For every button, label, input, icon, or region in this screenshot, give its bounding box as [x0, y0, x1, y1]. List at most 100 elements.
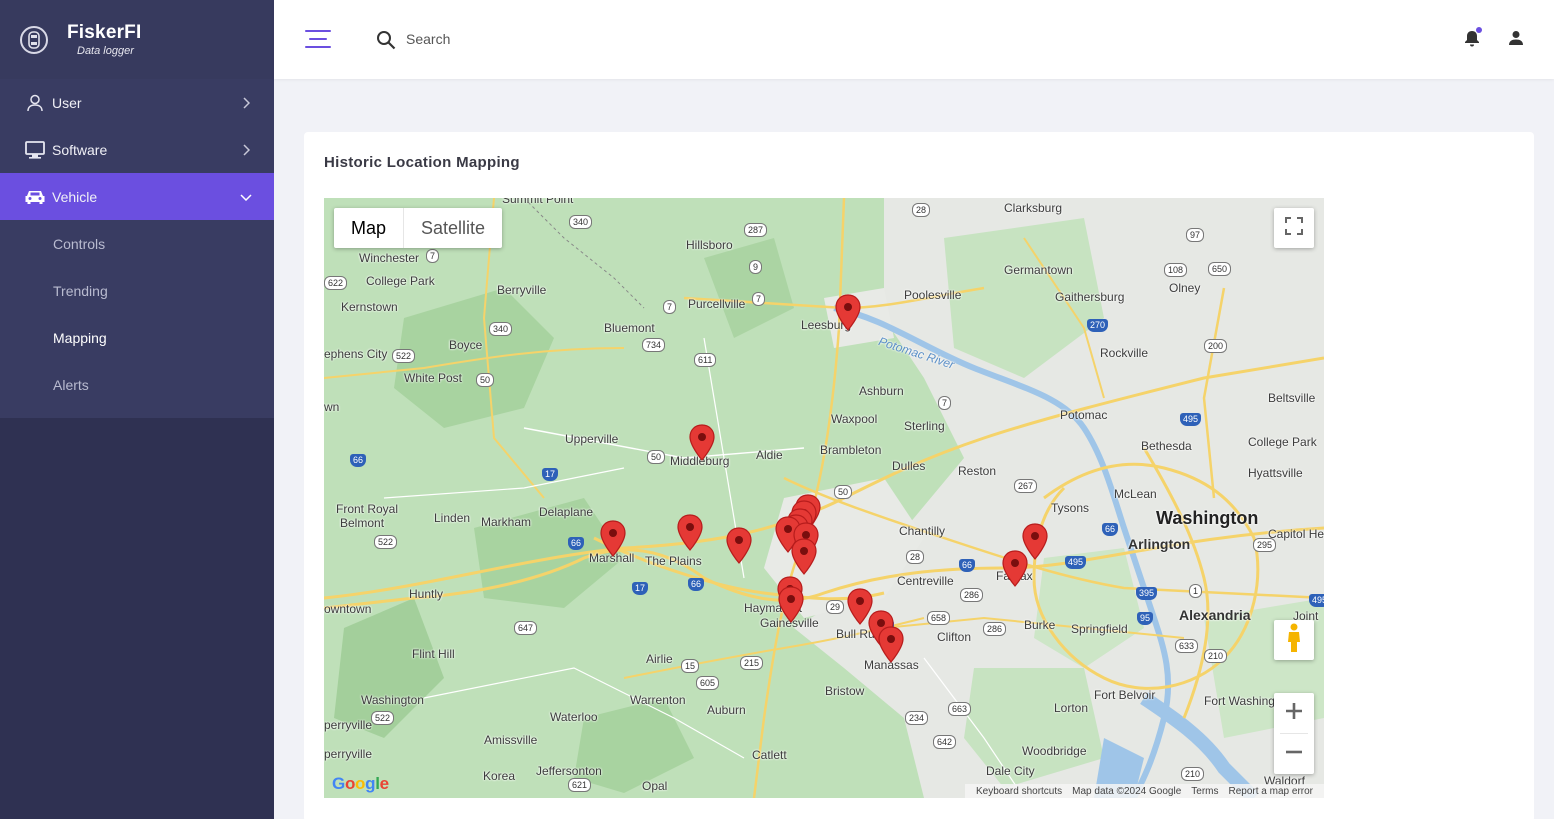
sidebar-item-mapping[interactable]: Mapping — [0, 314, 274, 361]
brand-subtitle: Data logger — [77, 45, 134, 57]
report-error-link[interactable]: Report a map error — [1224, 786, 1318, 797]
zoom-out-button[interactable] — [1274, 734, 1314, 774]
place-label: ephens City — [324, 347, 388, 361]
place-label: Centreville — [897, 574, 954, 588]
interstate-shield: 495 — [1180, 413, 1202, 426]
place-label: Boyce — [449, 338, 483, 352]
road-shield: 7 — [752, 292, 766, 306]
road-shield: 50 — [834, 485, 853, 499]
location-pin-east-plains[interactable] — [725, 527, 753, 565]
place-label: Capitol Heights — [1268, 527, 1324, 541]
place-label: Clarksburg — [1004, 201, 1063, 215]
location-map[interactable]: Washington Arlington Alexandria Leesburg… — [324, 198, 1324, 798]
place-label: Washington — [361, 693, 424, 707]
place-label: Upperville — [565, 432, 619, 446]
sidebar-menu: User Software — [0, 79, 274, 173]
place-label: Berryville — [497, 283, 547, 297]
place-label: Olney — [1169, 281, 1201, 295]
place-label: Tysons — [1051, 501, 1090, 515]
top-header — [274, 0, 1554, 79]
sidebar-item-controls[interactable]: Controls — [0, 220, 274, 267]
sidebar-item-label: Software — [52, 141, 108, 158]
road-shield: 7 — [938, 396, 952, 410]
location-pin-cluster-7[interactable] — [790, 538, 818, 576]
place-label: Catlett — [752, 748, 787, 762]
interstate-shield: 66 — [350, 454, 367, 467]
road-shield: 97 — [1186, 228, 1205, 242]
road-shield: 28 — [912, 203, 931, 217]
search-input[interactable] — [406, 28, 706, 50]
place-label: Korea — [483, 769, 516, 783]
map-type-satellite-button[interactable]: Satellite — [403, 208, 502, 248]
terms-link[interactable]: Terms — [1186, 786, 1223, 797]
sidebar-item-trending[interactable]: Trending — [0, 267, 274, 314]
place-label: Warrenton — [630, 693, 686, 707]
place-label: Bethesda — [1141, 439, 1192, 453]
road-shield: 611 — [694, 353, 717, 367]
brand[interactable]: FiskerFI Data logger — [0, 0, 274, 79]
place-label: The Plains — [645, 554, 702, 568]
road-shield: 522 — [392, 349, 416, 363]
location-pin-middleburg[interactable] — [688, 424, 716, 462]
keyboard-shortcuts-link[interactable]: Keyboard shortcuts — [971, 786, 1067, 797]
minus-icon — [1285, 743, 1303, 766]
location-pin-marshall[interactable] — [599, 520, 627, 558]
road-shield: 522 — [374, 535, 398, 549]
place-label: Washington — [1156, 508, 1259, 528]
sidebar-item-alerts[interactable]: Alerts — [0, 361, 274, 408]
place-label: Bluemont — [604, 321, 655, 335]
road-shield: 522 — [371, 711, 395, 725]
place-label: perryville — [324, 718, 373, 732]
location-pin-haymarket-2[interactable] — [777, 586, 805, 624]
road-shield: 267 — [1014, 479, 1038, 493]
sidebar-item-label: User — [52, 94, 82, 111]
location-pin-manassas-2[interactable] — [877, 626, 905, 664]
hamburger-menu-icon[interactable] — [305, 30, 331, 50]
map-attribution: Keyboard shortcuts Map data ©2024 Google… — [964, 784, 1324, 798]
google-logo: Google — [332, 774, 389, 793]
place-label: Amissville — [484, 733, 538, 747]
road-shield: 605 — [696, 676, 720, 690]
sidebar-item-software[interactable]: Software — [0, 126, 274, 173]
place-label: Summit Point — [502, 198, 574, 206]
notification-bell-icon[interactable] — [1464, 27, 1482, 49]
place-label: White Post — [404, 371, 463, 385]
location-pin-the-plains[interactable] — [676, 514, 704, 552]
place-label: Germantown — [1004, 263, 1073, 277]
road-shield: 633 — [1175, 639, 1199, 653]
place-label: Belmont — [340, 516, 385, 530]
road-shield: 200 — [1204, 339, 1228, 353]
fullscreen-icon — [1285, 216, 1303, 240]
place-label: Bristow — [825, 684, 865, 698]
place-label: Burke — [1024, 618, 1056, 632]
place-label: Huntly — [409, 587, 444, 601]
place-label: Dulles — [892, 459, 926, 473]
place-label: Hyattsville — [1248, 466, 1303, 480]
street-view-pegman-button[interactable] — [1274, 620, 1314, 660]
fullscreen-button[interactable] — [1274, 208, 1314, 248]
zoom-in-button[interactable] — [1274, 693, 1314, 733]
place-label: Winchester — [359, 251, 420, 265]
road-shield: 287 — [744, 223, 768, 237]
search-icon[interactable] — [376, 30, 396, 50]
place-label: College Park — [366, 274, 435, 288]
place-label: Delaplane — [539, 505, 594, 519]
car-icon — [24, 186, 46, 208]
map-type-map-button[interactable]: Map — [334, 208, 403, 248]
location-pin-leesburg[interactable] — [834, 294, 862, 332]
chevron-right-icon — [240, 143, 252, 156]
interstate-shield: 270 — [1087, 319, 1109, 332]
account-icon[interactable] — [1508, 30, 1526, 48]
place-label: Clifton — [937, 630, 972, 644]
location-pin-fairfax-2[interactable] — [1021, 523, 1049, 561]
monitor-icon — [24, 139, 46, 161]
place-label: Woodbridge — [1022, 744, 1087, 758]
page-title: Historic Location Mapping — [324, 154, 520, 171]
road-shield: 234 — [905, 711, 929, 725]
user-icon — [24, 92, 46, 114]
place-label: Sterling — [904, 419, 945, 433]
interstate-shield: 66 — [688, 578, 705, 591]
sidebar-item-user[interactable]: User — [0, 79, 274, 126]
place-label: Markham — [481, 515, 532, 529]
sidebar-item-vehicle[interactable]: Vehicle — [0, 173, 274, 220]
